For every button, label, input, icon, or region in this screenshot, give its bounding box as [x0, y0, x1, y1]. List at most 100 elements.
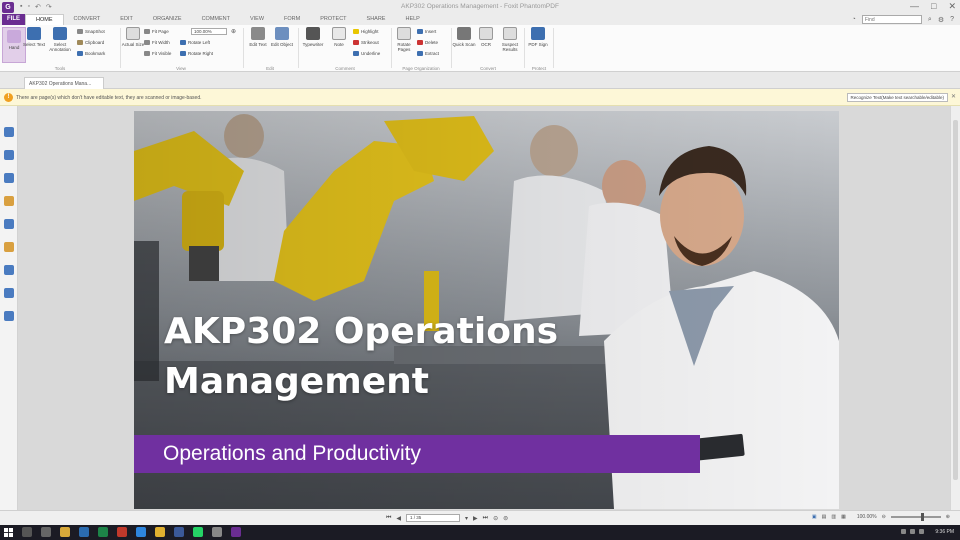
zoom-slider-knob[interactable] [920, 513, 924, 521]
windows-start-icon[interactable] [4, 528, 13, 537]
pdf-sign-button[interactable]: PDF Sign [526, 27, 550, 47]
tab-protect[interactable]: PROTECT [310, 14, 356, 25]
tab-comment[interactable]: COMMENT [192, 14, 240, 25]
tab-convert[interactable]: CONVERT [64, 14, 111, 25]
fit-width-icon [144, 40, 150, 45]
menu-bar: FILE HOME CONVERT EDIT ORGANIZE COMMENT … [0, 14, 960, 25]
typewriter-button[interactable]: Typewriter [301, 27, 325, 47]
foxit-taskbar-icon[interactable] [231, 527, 241, 537]
tips-icon[interactable]: ◔ [852, 16, 856, 23]
search-taskbar-icon[interactable] [22, 527, 32, 537]
page-navigation: ⏮ ◀ 1 / 35 ▾ ▶ ⏭ ⊝ ⊜ [386, 514, 508, 522]
clipboard-button[interactable]: Clipboard [77, 40, 104, 45]
single-page-view-icon[interactable]: ▣ [812, 514, 817, 520]
continuous-view-icon[interactable]: ▤ [822, 514, 827, 520]
select-annotation-button[interactable]: Select Annotation [48, 27, 72, 52]
group-label-tools: Tools [54, 66, 66, 71]
previous-page-icon[interactable]: ◀ [396, 515, 401, 522]
signatures-panel-icon[interactable] [4, 265, 14, 275]
actual-size-button[interactable]: Actual Size [121, 27, 145, 47]
file-explorer-icon[interactable] [60, 527, 70, 537]
bookmark-button[interactable]: Bookmark [77, 51, 105, 56]
note-button[interactable]: Note [327, 27, 351, 47]
fit-visible-button[interactable]: Fit Visible [144, 51, 171, 56]
strikeout-button[interactable]: Strikeout [353, 40, 379, 45]
tab-organize[interactable]: ORGANIZE [143, 14, 192, 25]
battery-icon[interactable] [919, 529, 924, 534]
tab-form[interactable]: FORM [274, 14, 310, 25]
highlight-button[interactable]: Highlight [353, 29, 379, 34]
next-view-icon[interactable]: ⊜ [503, 515, 508, 522]
edit-object-button[interactable]: Edit Object [270, 27, 294, 47]
previous-view-icon[interactable]: ⊝ [493, 515, 498, 522]
suspect-results-button[interactable]: Suspect Results [498, 27, 522, 52]
powerpoint-icon[interactable] [117, 527, 127, 537]
rotate-right-button[interactable]: Rotate Right [180, 51, 213, 56]
volume-icon[interactable] [910, 529, 915, 534]
snapshot-button[interactable]: SnapShot [77, 29, 105, 34]
zoom-in-icon[interactable]: ⊕ [231, 28, 236, 35]
network-icon[interactable] [901, 529, 906, 534]
find-input[interactable] [861, 15, 922, 24]
document-tab[interactable]: AKP302 Operations Mana... [24, 77, 104, 89]
select-text-button[interactable]: Select Text [22, 27, 46, 47]
fit-width-button[interactable]: Fit Width [144, 40, 170, 45]
edit-text-button[interactable]: Edit Text [246, 27, 270, 47]
tab-home[interactable]: HOME [25, 14, 64, 25]
next-page-icon[interactable]: ▶ [473, 515, 478, 522]
extract-button[interactable]: Extract [417, 51, 439, 56]
whatsapp-icon[interactable] [193, 527, 203, 537]
zoom-input[interactable]: 100.00% [191, 28, 227, 35]
file-menu[interactable]: FILE [2, 14, 25, 25]
attachments-panel-icon[interactable] [4, 219, 14, 229]
tab-view[interactable]: VIEW [240, 14, 274, 25]
last-page-icon[interactable]: ⏭ [483, 515, 488, 522]
pages-panel-icon[interactable] [4, 150, 14, 160]
quick-scan-button[interactable]: Quick Scan [452, 27, 476, 47]
recognize-text-button[interactable]: Recognize Text(Make text searchable/edit… [846, 93, 948, 102]
rotate-left-button[interactable]: Rotate Left [180, 40, 210, 45]
page-dropdown-icon[interactable]: ▾ [465, 515, 468, 522]
continuous-facing-view-icon[interactable]: ▦ [841, 514, 846, 520]
edit-text-label: Edit Text [249, 42, 267, 47]
page-number-input[interactable]: 1 / 35 [406, 514, 461, 522]
ocr-button[interactable]: OCR [474, 27, 498, 47]
word-icon[interactable] [136, 527, 146, 537]
tab-help[interactable]: HELP [395, 14, 429, 25]
settings-icon[interactable]: ⚙ [938, 16, 944, 24]
tab-edit[interactable]: EDIT [110, 14, 143, 25]
minimize-button[interactable]: — [910, 1, 919, 12]
bookmarks-panel-icon[interactable] [4, 127, 14, 137]
task-view-icon[interactable] [41, 527, 51, 537]
browser-icon[interactable] [79, 527, 89, 537]
clock[interactable]: 9:36 PM [935, 529, 954, 535]
content-panel-icon[interactable] [4, 288, 14, 298]
tags-panel-icon[interactable] [4, 311, 14, 321]
first-page-icon[interactable]: ⏮ [386, 515, 391, 522]
security-panel-icon[interactable] [4, 242, 14, 252]
excel-icon[interactable] [98, 527, 108, 537]
layers-panel-icon[interactable] [4, 173, 14, 183]
zoom-slider[interactable] [890, 513, 941, 521]
folder-icon[interactable] [155, 527, 165, 537]
vertical-scrollbar[interactable] [950, 106, 960, 510]
close-button[interactable]: ✕ [948, 1, 956, 12]
zoom-in-status-icon[interactable]: ⊕ [946, 514, 950, 520]
chrome-icon[interactable] [174, 527, 184, 537]
insert-button[interactable]: Insert [417, 29, 436, 34]
help-icon[interactable]: ? [950, 16, 954, 23]
delete-button[interactable]: Delete [417, 40, 438, 45]
rotate-pages-button[interactable]: Rotate Pages [392, 27, 416, 52]
scrollbar-thumb[interactable] [953, 120, 958, 480]
comments-panel-icon[interactable] [4, 196, 14, 206]
underline-button[interactable]: Underline [353, 51, 380, 56]
fit-page-button[interactable]: Fit Page [144, 29, 169, 34]
notification-close-button[interactable]: ✕ [951, 93, 956, 100]
search-icon[interactable]: ⌕ [928, 16, 932, 24]
tab-share[interactable]: SHARE [357, 14, 396, 25]
facing-view-icon[interactable]: ▥ [831, 514, 836, 520]
zoom-out-icon[interactable]: ⊖ [882, 514, 886, 520]
media-player-icon[interactable] [212, 527, 222, 537]
maximize-button[interactable]: □ [931, 1, 936, 12]
ocr-label: OCR [481, 42, 491, 47]
